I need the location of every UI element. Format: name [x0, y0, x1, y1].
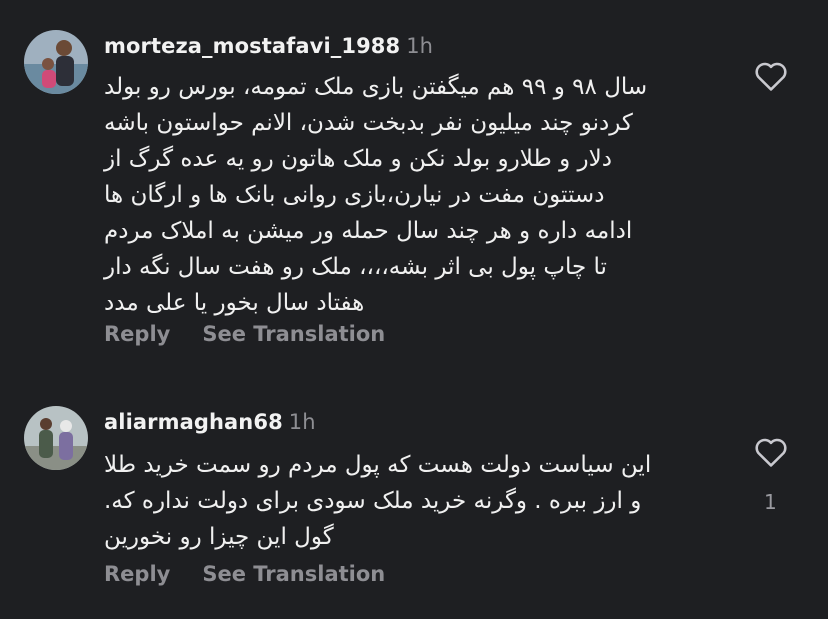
comment-header: morteza_mostafavi_1988 1h [104, 34, 433, 58]
comment-actions: Reply See Translation [104, 562, 417, 586]
comment-line: هفتاد سال بخور یا علی مدد [104, 290, 365, 316]
comment-line: تا چاپ پول بی اثر بشه،،،، ملک رو هفت سال… [104, 254, 607, 280]
username[interactable]: morteza_mostafavi_1988 [104, 34, 400, 58]
see-translation-button[interactable]: See Translation [202, 322, 385, 346]
comment-header: aliarmaghan68 1h [104, 410, 316, 434]
avatar-aliarmaghan[interactable] [24, 406, 88, 470]
comment-line: ادامه داره و هر چند سال حمله ور میشن به … [104, 218, 633, 244]
comment-text: این سیاست دولت هست که پول مردم رو سمت خر… [104, 447, 724, 555]
reply-button[interactable]: Reply [104, 322, 170, 346]
like-count: 1 [764, 490, 777, 514]
reply-button[interactable]: Reply [104, 562, 170, 586]
comment-text: سال ۹۸ و ۹۹ هم میگفتن بازی ملک تمومه، بو… [104, 69, 724, 321]
comment-line: و ارز ببره . وگرنه خرید ملک سودی برای دو… [104, 488, 642, 514]
username[interactable]: aliarmaghan68 [104, 410, 283, 434]
comment-line: گول این چیزا رو نخورین [104, 524, 334, 550]
see-translation-button[interactable]: See Translation [202, 562, 385, 586]
comment-line: دلار و طلارو بولد نکن و ملک هاتون رو یه … [104, 146, 612, 172]
timestamp: 1h [288, 410, 316, 434]
heart-outline-icon[interactable] [754, 436, 788, 468]
avatar-morteza[interactable] [24, 30, 88, 94]
comment-line: دستتون مفت در نیارن،بازی روانی بانک ها و… [104, 182, 605, 208]
timestamp: 1h [406, 34, 434, 58]
comment-actions: Reply See Translation [104, 322, 417, 346]
heart-outline-icon[interactable] [754, 60, 788, 92]
comment-line: این سیاست دولت هست که پول مردم رو سمت خر… [104, 452, 652, 478]
comment-line: سال ۹۸ و ۹۹ هم میگفتن بازی ملک تمومه، بو… [104, 74, 648, 100]
comment-line: کردنو چند میلیون نفر بدبخت شدن، الانم حو… [104, 110, 633, 136]
